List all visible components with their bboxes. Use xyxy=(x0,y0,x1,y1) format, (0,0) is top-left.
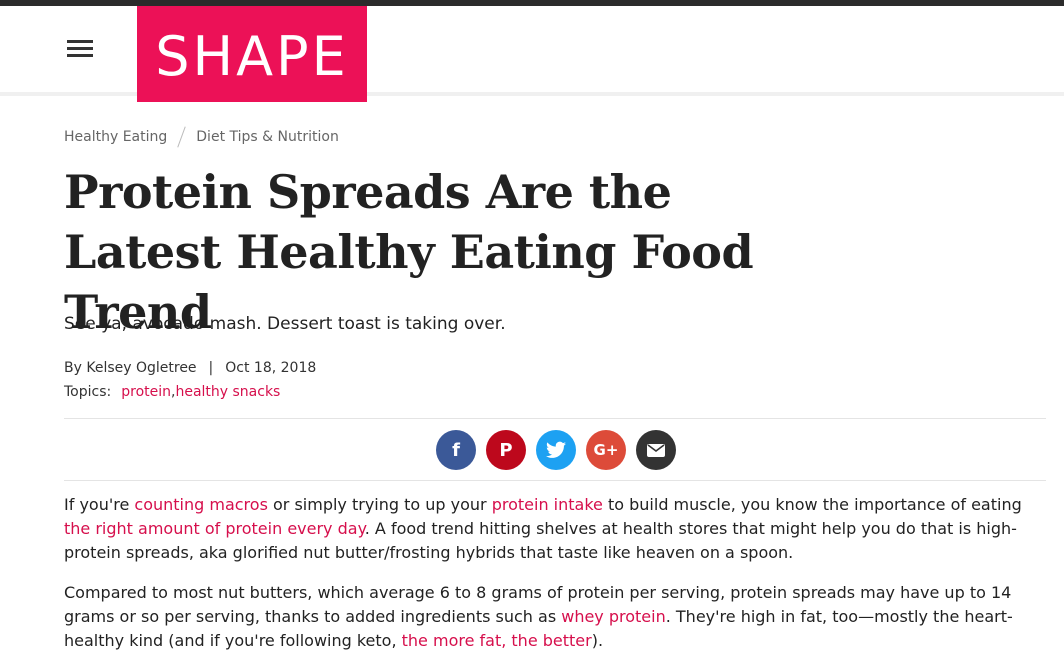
pinterest-icon: P xyxy=(499,439,513,461)
text: ). xyxy=(591,631,604,650)
menu-line xyxy=(67,40,93,43)
breadcrumb-diet-tips[interactable]: Diet Tips & Nutrition xyxy=(196,129,339,145)
text: or simply trying to up your xyxy=(267,495,492,514)
publish-date: Oct 18, 2018 xyxy=(225,360,317,376)
text: If you're xyxy=(64,495,135,514)
breadcrumb-healthy-eating[interactable]: Healthy Eating xyxy=(64,129,167,145)
site-logo[interactable]: SHAPE xyxy=(137,6,367,102)
menu-line xyxy=(67,47,93,50)
article-paragraph-1: If you're counting macros or simply tryi… xyxy=(64,493,1049,565)
google-plus-share-button[interactable]: G+ xyxy=(586,430,626,470)
breadcrumb: Healthy Eating Diet Tips & Nutrition xyxy=(64,126,339,148)
link-right-amount-of-protein[interactable]: the right amount of protein every day xyxy=(64,519,365,538)
topic-link-healthy-snacks[interactable]: healthy snacks xyxy=(175,384,280,400)
email-icon xyxy=(647,443,665,457)
article-dek: See ya, avocado mash. Dessert toast is t… xyxy=(64,314,506,334)
email-share-button[interactable] xyxy=(636,430,676,470)
link-protein-intake[interactable]: protein intake xyxy=(492,495,603,514)
facebook-share-button[interactable]: f xyxy=(436,430,476,470)
breadcrumb-separator xyxy=(177,126,187,148)
byline: By Kelsey Ogletree | Oct 18, 2018 xyxy=(64,358,316,378)
link-counting-macros[interactable]: counting macros xyxy=(134,495,268,514)
share-bar: f P G+ xyxy=(436,430,676,470)
byline-prefix: By xyxy=(64,360,87,376)
menu-line xyxy=(67,54,93,57)
link-whey-protein[interactable]: whey protein xyxy=(561,607,666,626)
topics: Topics: protein , healthy snacks xyxy=(64,382,280,402)
twitter-share-button[interactable] xyxy=(536,430,576,470)
topic-link-protein[interactable]: protein xyxy=(121,384,171,400)
author-link[interactable]: Kelsey Ogletree xyxy=(86,360,196,376)
text: to build muscle, you know the importance… xyxy=(602,495,1022,514)
share-divider-bottom xyxy=(64,480,1046,481)
share-divider-top xyxy=(64,418,1046,419)
topics-label: Topics: xyxy=(64,384,112,400)
byline-separator: | xyxy=(208,360,214,376)
twitter-icon xyxy=(546,441,566,458)
pinterest-share-button[interactable]: P xyxy=(486,430,526,470)
link-more-fat-the-better[interactable]: the more fat, the better xyxy=(402,631,592,650)
hamburger-menu-icon[interactable] xyxy=(66,38,94,60)
google-plus-icon: G+ xyxy=(593,441,619,459)
article-paragraph-2: Compared to most nut butters, which aver… xyxy=(64,581,1049,653)
facebook-icon: f xyxy=(452,439,460,461)
